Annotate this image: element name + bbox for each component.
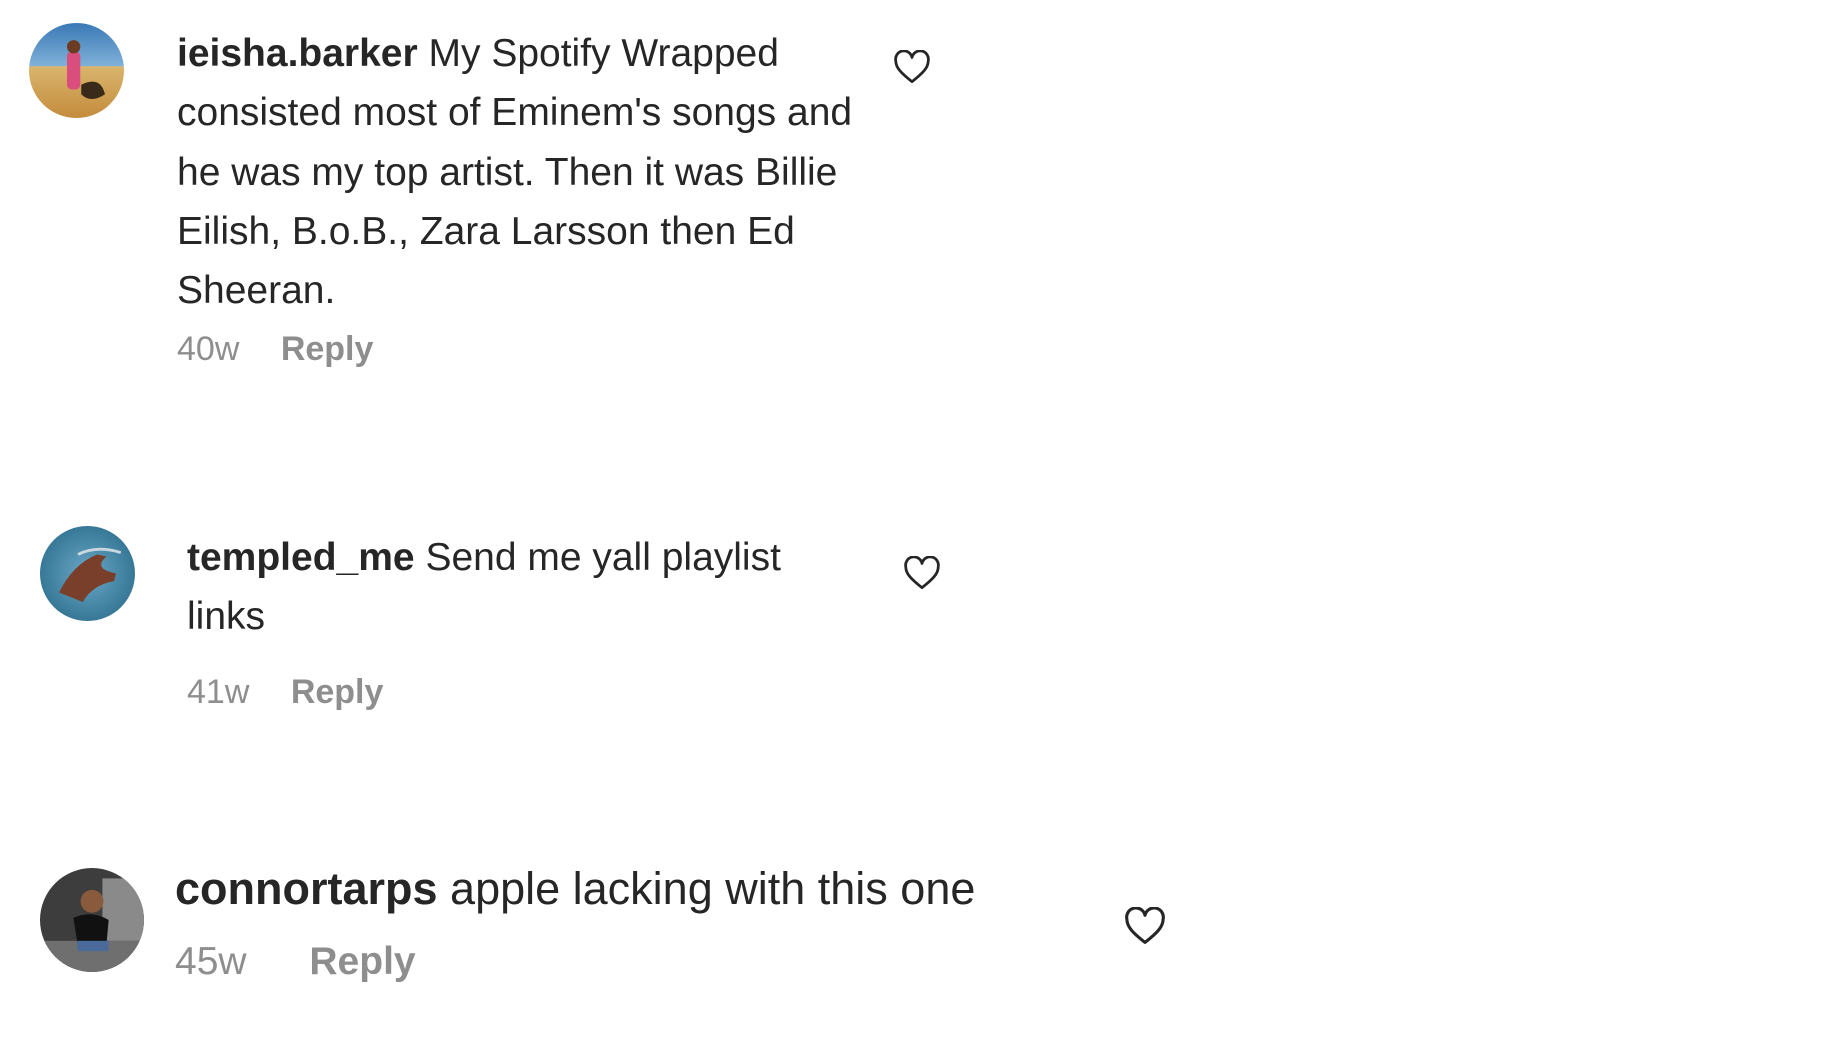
avatar-photo-icon [40, 868, 144, 972]
comment-username[interactable]: connortarps [175, 863, 438, 914]
comment-timestamp: 41w [187, 673, 250, 711]
comment-meta: 45w Reply [175, 940, 416, 984]
comment-text: ieisha.barker My Spotify Wrapped consist… [177, 24, 857, 320]
comment-username[interactable]: ieisha.barker [177, 32, 418, 75]
reply-button[interactable]: Reply [281, 330, 374, 368]
reply-button[interactable]: Reply [291, 673, 384, 711]
avatar-photo-icon [40, 526, 135, 621]
comment-timestamp: 40w [177, 330, 240, 368]
comment-text: connortarps apple lacking with this one [175, 860, 1075, 919]
comment-body: apple lacking with this one [450, 863, 976, 914]
avatar-photo-icon [29, 23, 124, 118]
comment-text: templed_me Send me yall playlist links [187, 528, 857, 647]
heart-icon[interactable] [893, 50, 931, 84]
user-avatar[interactable] [40, 868, 144, 972]
heart-icon[interactable] [1124, 907, 1166, 945]
heart-icon[interactable] [903, 556, 941, 590]
reply-button[interactable]: Reply [309, 940, 415, 983]
comment-username[interactable]: templed_me [187, 536, 415, 579]
comment-timestamp: 45w [175, 940, 247, 983]
comment-meta: 41w Reply [187, 673, 383, 712]
user-avatar[interactable] [40, 526, 135, 621]
comment-meta: 40w Reply [177, 330, 373, 369]
user-avatar[interactable] [29, 23, 124, 118]
